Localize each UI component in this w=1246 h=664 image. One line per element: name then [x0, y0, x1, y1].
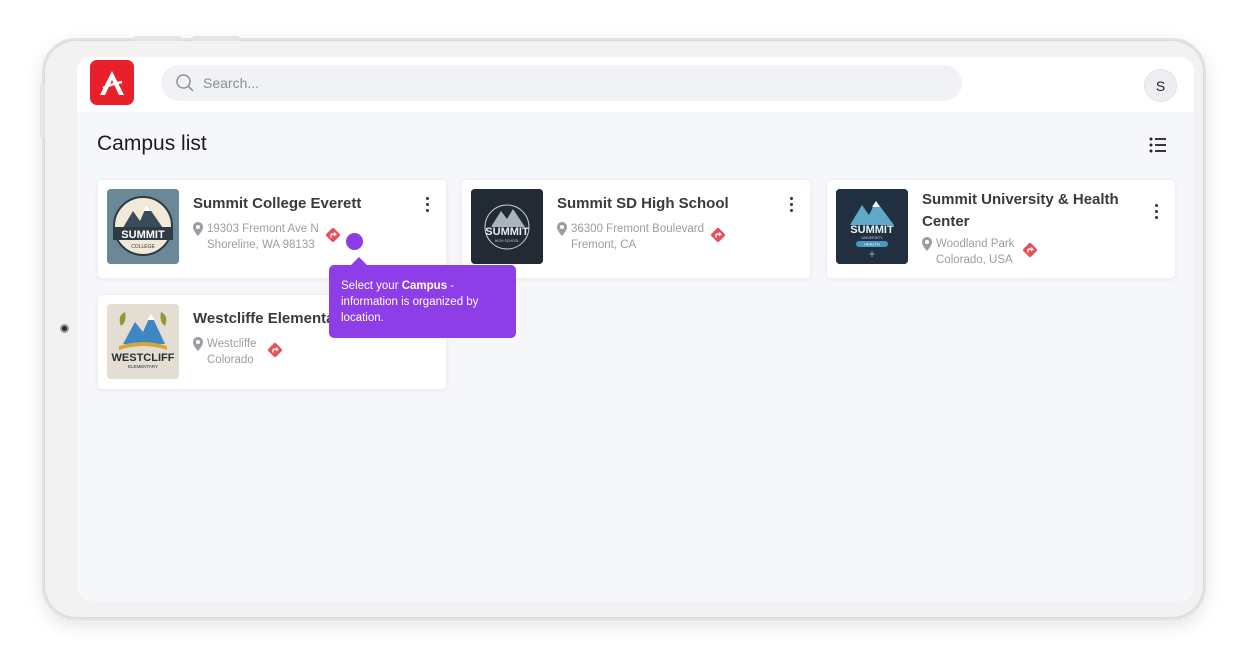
campus-name: Summit SD High School	[557, 195, 729, 212]
onboarding-tooltip: Select your Campus - information is orga…	[329, 257, 516, 338]
tooltip-highlight: Campus	[401, 280, 448, 292]
campus-logo-image: SUMMIT COLLEGE	[107, 189, 179, 264]
search-bar[interactable]	[161, 65, 962, 101]
campus-logo-image: SUMMIT HIGH SCHOOL	[471, 189, 543, 264]
list-view-icon[interactable]	[1148, 135, 1168, 155]
app-screen: S Campus list SUMMIT COLLEGE Summit Coll…	[77, 57, 1194, 601]
campus-name: Summit University & Health Center	[922, 189, 1119, 233]
svg-text:SUMMIT: SUMMIT	[121, 229, 165, 241]
campus-logo-image: WESTCLIFF ELEMENTARY	[107, 304, 179, 379]
address-line: 36300 Fremont Boulevard	[571, 223, 704, 235]
directions-icon[interactable]	[710, 227, 726, 243]
page-title: Campus list	[97, 132, 207, 155]
location-pin-icon	[193, 222, 203, 236]
campus-card[interactable]: SUMMIT COLLEGE Summit College Everett 19…	[97, 179, 447, 279]
campus-name: Westcliffe Elementar	[193, 310, 341, 327]
campus-logo: WESTCLIFF ELEMENTARY	[107, 304, 179, 379]
device-button	[192, 36, 240, 41]
directions-icon[interactable]	[267, 342, 283, 358]
location-pin-icon	[922, 237, 932, 251]
campus-name-line: Center	[922, 213, 970, 230]
campus-address: 19303 Fremont Ave N Shoreline, WA 98133	[193, 221, 319, 253]
more-options-icon[interactable]	[1148, 201, 1164, 221]
more-options-icon[interactable]	[419, 194, 435, 214]
address-line: Colorado	[207, 354, 254, 366]
app-logo[interactable]	[90, 60, 134, 105]
user-avatar[interactable]: S	[1144, 69, 1177, 102]
svg-text:SUMMIT: SUMMIT	[850, 224, 894, 236]
campus-logo-image: SUMMIT UNIVERSITY HEALTH	[836, 189, 908, 264]
campus-logo: SUMMIT HIGH SCHOOL	[471, 189, 543, 264]
svg-text:COLLEGE: COLLEGE	[131, 244, 155, 250]
search-input[interactable]	[203, 75, 903, 91]
tour-hotspot[interactable]	[346, 233, 363, 250]
tooltip-text: Select your	[341, 280, 402, 292]
address-line: Colorado, USA	[936, 254, 1013, 266]
address-line: Westcliffe	[207, 338, 257, 350]
address-line: 19303 Fremont Ave N	[207, 223, 319, 235]
campus-address: 36300 Fremont Boulevard Fremont, CA	[557, 221, 704, 253]
svg-text:WESTCLIFF: WESTCLIFF	[112, 352, 175, 364]
directions-icon[interactable]	[1022, 242, 1038, 258]
location-pin-icon	[193, 337, 203, 351]
campus-name: Summit College Everett	[193, 195, 362, 212]
search-icon	[176, 74, 194, 92]
device-button	[134, 36, 182, 41]
directions-icon[interactable]	[325, 227, 341, 243]
campus-card[interactable]: SUMMIT UNIVERSITY HEALTH Summit Universi…	[826, 179, 1176, 279]
address-line: Shoreline, WA 98133	[207, 239, 315, 251]
more-options-icon[interactable]	[783, 194, 799, 214]
campus-card[interactable]: SUMMIT HIGH SCHOOL Summit SD High School…	[461, 179, 811, 279]
svg-text:HEALTH: HEALTH	[864, 242, 880, 247]
campus-name-line: Summit University & Health	[922, 191, 1119, 208]
location-pin-icon	[557, 222, 567, 236]
brand-a-icon	[100, 70, 124, 95]
address-line: Woodland Park	[936, 238, 1015, 250]
campus-logo: SUMMIT UNIVERSITY HEALTH	[836, 189, 908, 264]
address-line: Fremont, CA	[571, 239, 637, 251]
svg-text:UNIVERSITY: UNIVERSITY	[861, 236, 883, 240]
device-button	[40, 84, 45, 138]
camera-icon	[60, 324, 69, 333]
campus-address: Westcliffe Colorado	[193, 336, 256, 368]
svg-text:HIGH SCHOOL: HIGH SCHOOL	[495, 239, 520, 243]
top-bar: S	[77, 57, 1194, 112]
svg-text:SUMMIT: SUMMIT	[485, 226, 529, 238]
svg-text:ELEMENTARY: ELEMENTARY	[128, 364, 158, 369]
campus-address: Woodland Park Colorado, USA	[922, 236, 1014, 268]
campus-logo: SUMMIT COLLEGE	[107, 189, 179, 264]
